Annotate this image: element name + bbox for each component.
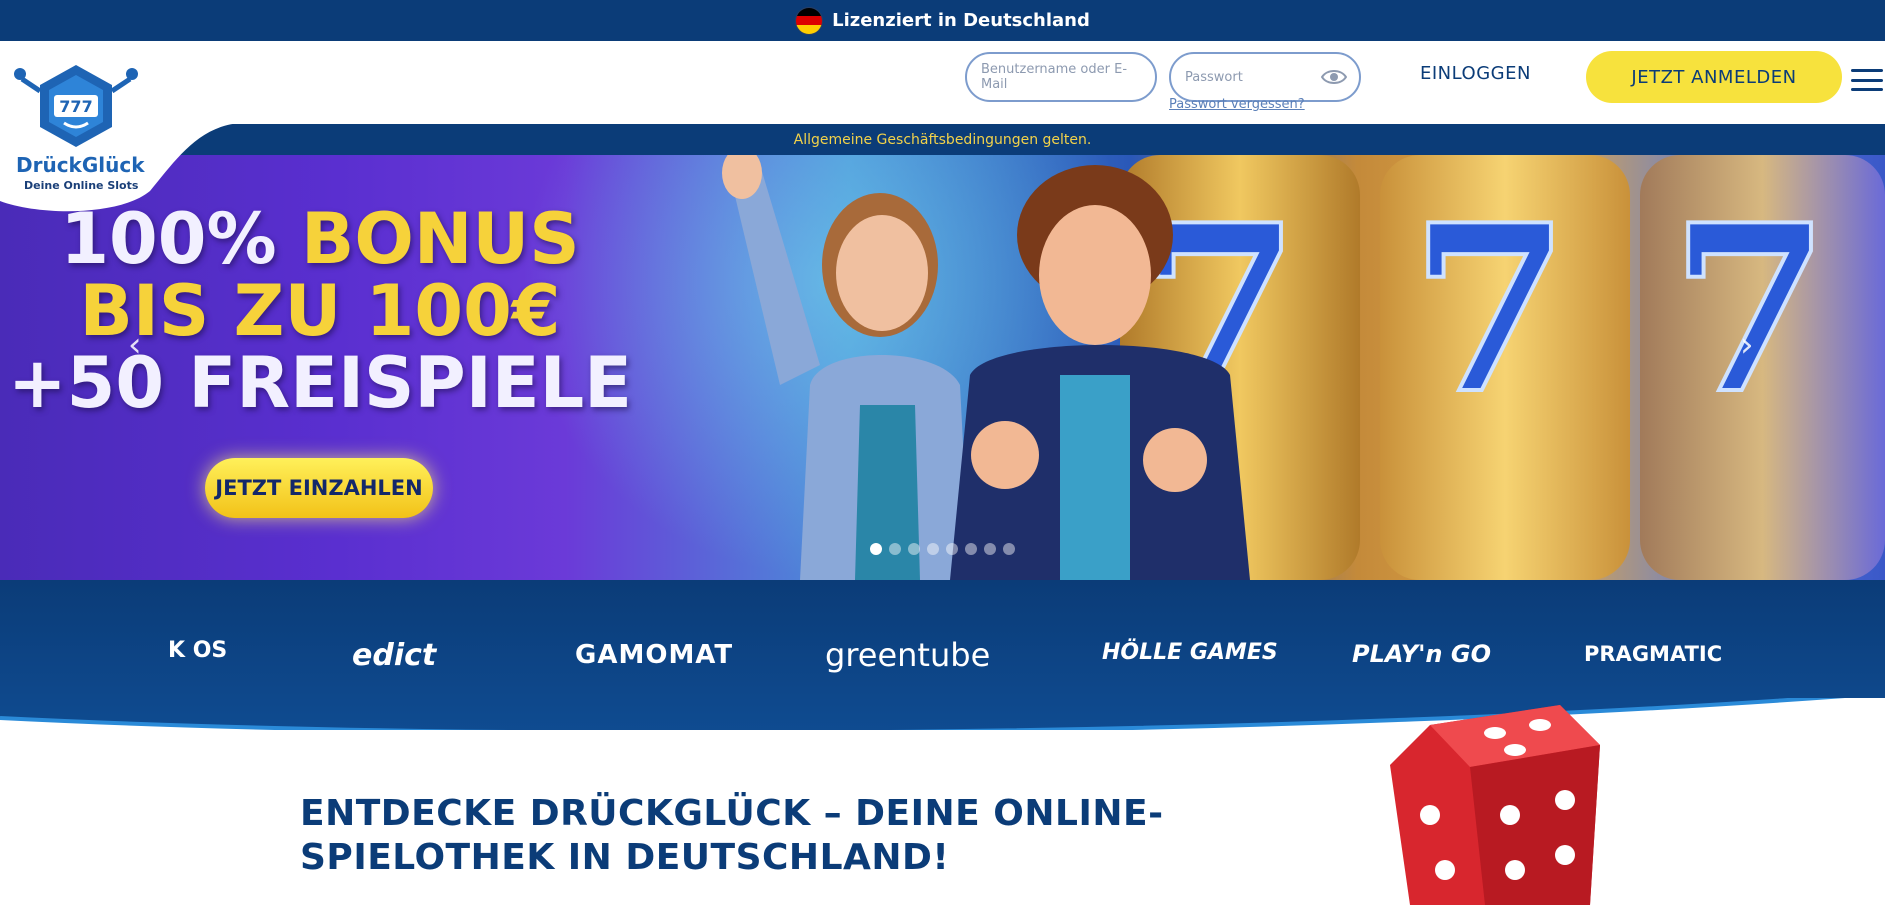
username-input[interactable]: Benutzername oder E-Mail <box>965 52 1157 102</box>
carousel-dot[interactable] <box>889 543 901 555</box>
license-bar: Lizenziert in Deutschland <box>0 0 1885 41</box>
slot-reel-2: 7 <box>1380 155 1630 580</box>
dice-icon <box>1390 705 1600 905</box>
password-placeholder: Passwort <box>1185 69 1243 85</box>
intro-headline-line1: ENTDECKE DRÜCKGLÜCK – DEINE ONLINE- <box>300 793 1164 834</box>
terms-bar: Allgemeine Geschäftsbedingungen gelten. <box>0 124 1885 155</box>
carousel-dot[interactable] <box>946 543 958 555</box>
header: Benutzername oder E-Mail Passwort Passwo… <box>0 41 1885 124</box>
provider-logo[interactable]: PLAY'n GO <box>1352 640 1491 668</box>
hero-line3: +50 FREISPIELE <box>7 342 633 424</box>
carousel-dot[interactable] <box>965 543 977 555</box>
provider-logo[interactable]: edict <box>352 638 436 673</box>
celebrating-people-image <box>722 155 1250 580</box>
provider-logo[interactable]: K OS <box>168 638 227 663</box>
username-placeholder: Benutzername oder E-Mail <box>981 62 1128 92</box>
carousel-dot[interactable] <box>870 543 882 555</box>
provider-logo[interactable]: greentube <box>825 636 990 674</box>
logo-name: DrückGlück <box>16 153 145 177</box>
terms-text[interactable]: Allgemeine Geschäftsbedingungen gelten. <box>794 132 1092 148</box>
logo-tagline: Deine Online Slots <box>24 179 139 192</box>
show-password-eye-icon[interactable] <box>1321 67 1347 87</box>
forgot-password-link[interactable]: Passwort vergessen? <box>1169 97 1305 112</box>
intro-headline-line2: SPIELOTHEK IN DEUTSCHLAND! <box>300 837 950 878</box>
hero-line2: BIS ZU 100€ <box>79 270 561 352</box>
carousel-dot[interactable] <box>927 543 939 555</box>
site-logo[interactable]: 777 DrückGlück Deine Online Slots <box>0 41 245 212</box>
provider-logo[interactable]: GAMOMAT <box>575 640 733 670</box>
menu-hamburger-icon[interactable] <box>1851 69 1883 91</box>
carousel-dot[interactable] <box>1003 543 1015 555</box>
svg-text:777: 777 <box>59 97 92 116</box>
carousel-dots <box>870 543 1015 555</box>
deposit-now-button[interactable]: JETZT EINZAHLEN <box>205 458 433 518</box>
signup-button[interactable]: JETZT ANMELDEN <box>1586 51 1842 103</box>
chevron-left-icon[interactable]: ‹ <box>128 328 152 362</box>
provider-logo[interactable]: HÖLLE GAMES <box>1102 640 1278 665</box>
provider-logo[interactable]: PRAGMATIC PLAY <box>1584 642 1722 666</box>
hero-line1-b: BONUS <box>300 198 580 280</box>
slot-reel-3: 7 <box>1640 155 1885 580</box>
hero-carousel[interactable]: 7 7 7 100% BONUS BIS ZU 100€ +50 FREISPI… <box>0 155 1885 580</box>
hero-headline: 100% BONUS BIS ZU 100€ +50 FREISPIELE <box>0 203 640 419</box>
intro-headline: ENTDECKE DRÜCKGLÜCK – DEINE ONLINE- SPIE… <box>300 792 1164 880</box>
carousel-dot[interactable] <box>984 543 996 555</box>
login-button[interactable]: EINLOGGEN <box>1420 63 1531 84</box>
license-text: Lizenziert in Deutschland <box>832 10 1090 31</box>
chevron-right-icon[interactable]: › <box>1740 328 1764 362</box>
carousel-dot[interactable] <box>908 543 920 555</box>
germany-flag-icon <box>795 6 824 35</box>
password-input[interactable]: Passwort <box>1169 52 1361 102</box>
